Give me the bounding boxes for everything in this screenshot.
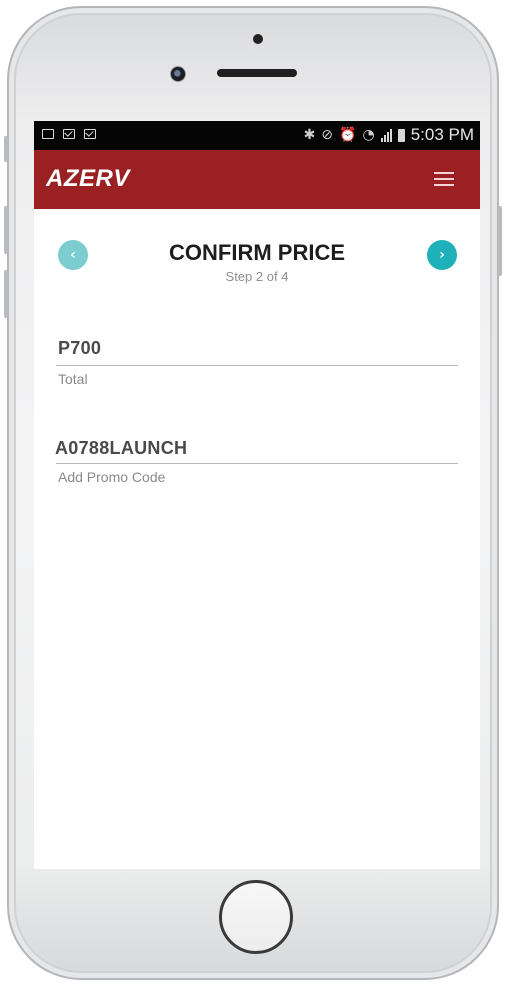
wifi-icon: ◔: [362, 127, 375, 143]
status-bar: ✱ ⊘ ⏰ ◔ 5:03 PM: [34, 121, 480, 150]
alarm-icon: ⏰: [339, 127, 357, 143]
front-camera: [170, 66, 186, 82]
battery-icon: [397, 128, 405, 142]
page-title: CONFIRM PRICE: [169, 240, 345, 265]
promo-code-underline: [56, 463, 458, 464]
step-indicator: Step 2 of 4: [225, 269, 289, 284]
earpiece-speaker: [217, 69, 297, 77]
chevron-right-icon: ›: [439, 247, 445, 263]
phone-volume-up: [4, 206, 8, 254]
image-icon: [42, 129, 54, 139]
app-bar: AZERV: [34, 150, 480, 209]
total-field[interactable]: P700: [58, 338, 101, 359]
phone-power-button: [498, 206, 502, 276]
app-logo: AZERV: [46, 165, 130, 192]
next-step-button[interactable]: ›: [427, 240, 457, 270]
bluetooth-icon: ✱: [303, 127, 316, 143]
promo-code-label: Add Promo Code: [58, 469, 166, 485]
hamburger-menu-icon[interactable]: [434, 172, 454, 186]
mail-icon: [84, 129, 96, 139]
promo-code-input[interactable]: A0788LAUNCH: [55, 438, 187, 459]
phone-screen: ✱ ⊘ ⏰ ◔ 5:03 PM AZERV ‹ CONFIRM PRICE St…: [34, 121, 480, 869]
front-sensor: [253, 34, 263, 44]
status-time: 5:03 PM: [410, 125, 474, 144]
mute-icon: ⊘: [321, 127, 334, 143]
phone-side-button: [4, 136, 8, 162]
signal-icon: [380, 128, 392, 142]
home-button[interactable]: [219, 880, 293, 954]
status-system: ✱ ⊘ ⏰ ◔ 5:03 PM: [304, 125, 474, 145]
status-notifications: [42, 129, 96, 139]
total-underline: [56, 365, 458, 366]
mail-icon: [63, 129, 75, 139]
phone-volume-down: [4, 270, 8, 318]
total-label: Total: [58, 371, 88, 387]
